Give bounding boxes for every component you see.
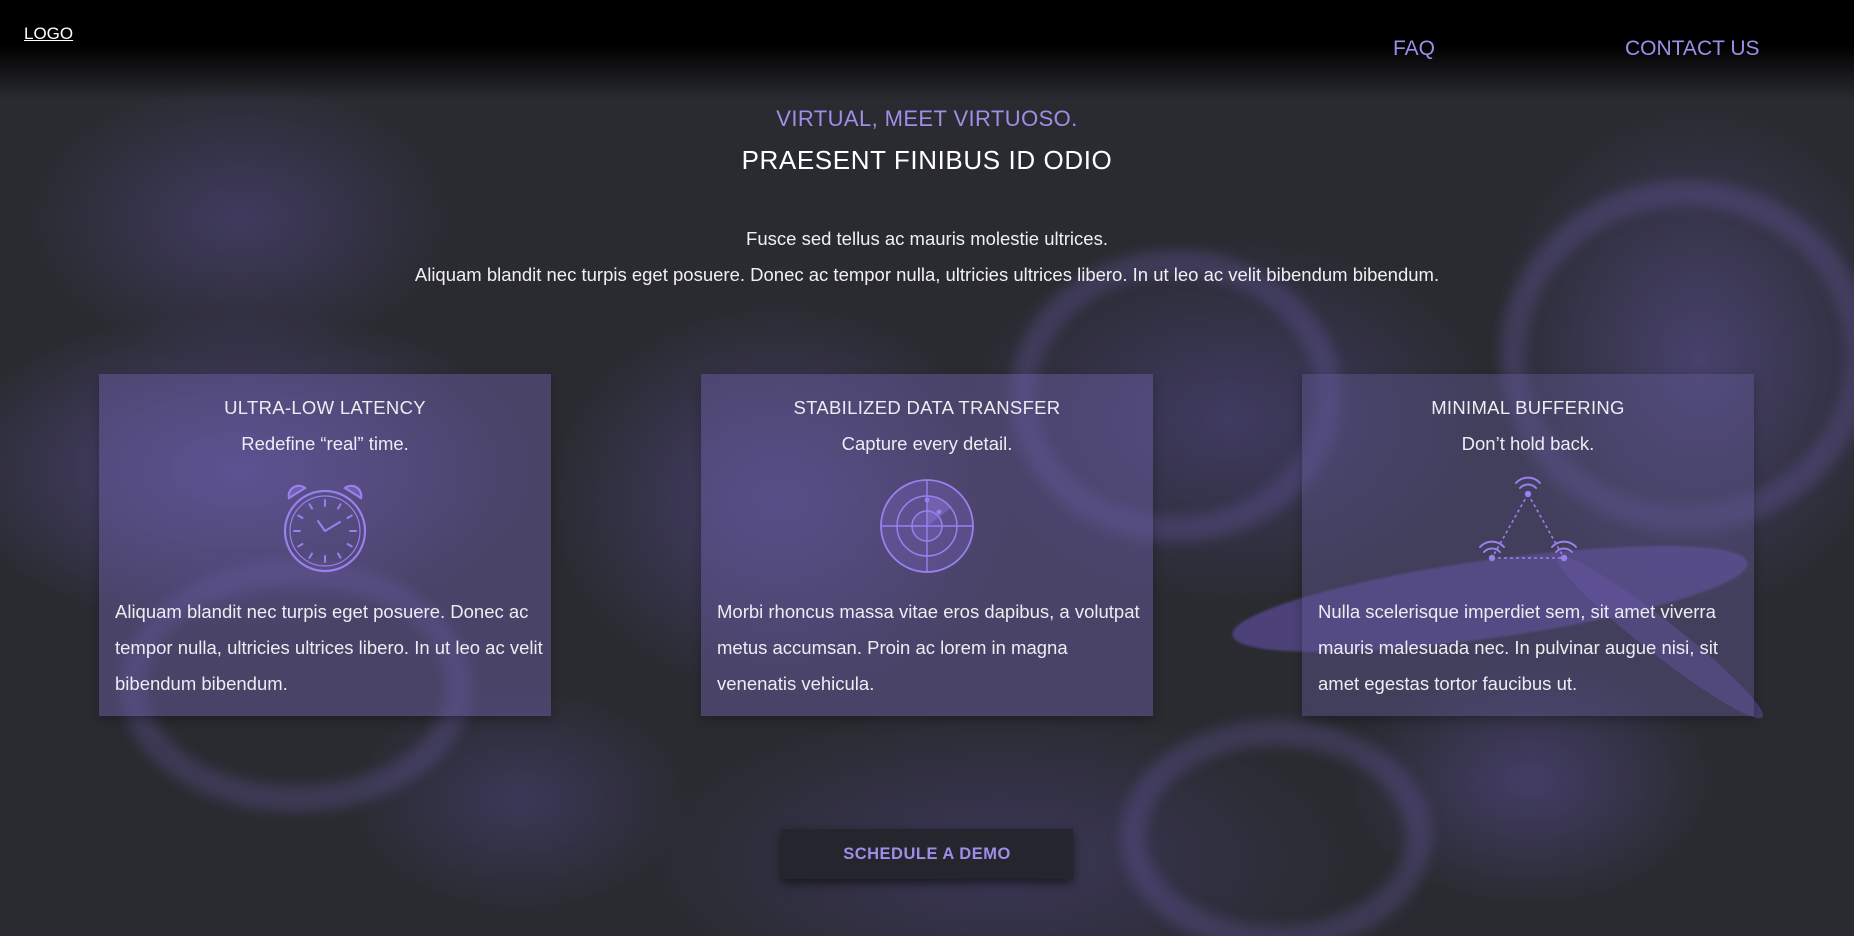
logo-link[interactable]: LOGO [24, 24, 73, 44]
feature-title: ULTRA-LOW LATENCY [224, 397, 426, 418]
feature-subtitle: Capture every detail. [841, 433, 1013, 454]
feature-subtitle: Don’t hold back. [1461, 433, 1595, 454]
stopwatch-icon [275, 476, 375, 576]
top-nav: LOGO FAQ CONTACT US [0, 0, 1854, 70]
feature-subtitle: Redefine “real” time. [241, 433, 409, 454]
nav-link-faq[interactable]: FAQ [1393, 37, 1435, 61]
schedule-demo-button[interactable]: SCHEDULE A DEMO [781, 829, 1073, 879]
hero-lead-line-2: Aliquam blandit nec turpis eget posuere.… [414, 264, 1440, 285]
feature-body: Morbi rhoncus massa vitae eros dapibus, … [717, 601, 1140, 694]
nav-link-contact-us[interactable]: CONTACT US [1625, 37, 1760, 61]
feature-title: STABILIZED DATA TRANSFER [793, 397, 1061, 418]
feature-card-buffering: MINIMAL BUFFERING Don’t hold back. Nulla… [1302, 374, 1754, 716]
feature-title: MINIMAL BUFFERING [1431, 397, 1625, 418]
feature-body: Aliquam blandit nec turpis eget posuere.… [115, 601, 543, 694]
feature-body: Nulla scelerisque imperdiet sem, sit ame… [1318, 601, 1719, 694]
hero-headline: PRAESENT FINIBUS ID ODIO [741, 145, 1113, 175]
feature-card-latency: ULTRA-LOW LATENCY Redefine “real” time. [99, 374, 551, 716]
hero-lead-line-1: Fusce sed tellus ac mauris molestie ultr… [746, 228, 1108, 249]
wifi-network-icon [1478, 476, 1578, 576]
feature-card-data-transfer: STABILIZED DATA TRANSFER Capture every d… [701, 374, 1153, 716]
radar-icon [877, 476, 977, 576]
hero-tagline: VIRTUAL, MEET VIRTUOSO. [776, 106, 1078, 131]
